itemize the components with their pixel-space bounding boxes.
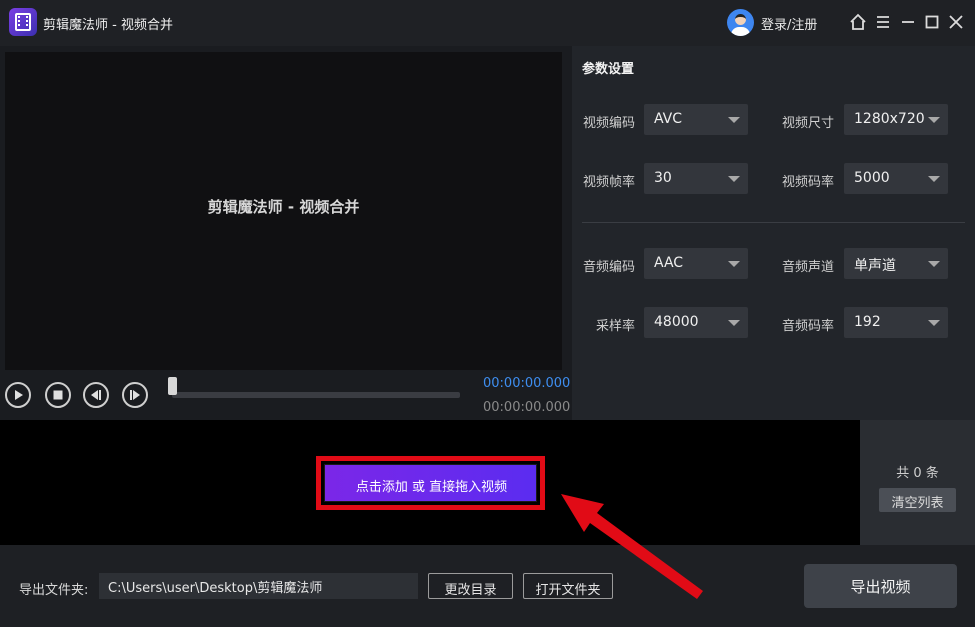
- play-button[interactable]: [5, 382, 31, 408]
- app-title: 剪辑魔法师 - 视频合并: [43, 18, 173, 33]
- chevron-down-icon: [728, 117, 740, 123]
- chevron-down-icon: [928, 117, 940, 123]
- progress-track[interactable]: [172, 392, 460, 398]
- video-codec-label: 视频编码: [582, 116, 635, 131]
- output-path-field[interactable]: [99, 573, 418, 599]
- list-side-panel: 共 0 条 清空列表: [860, 420, 975, 545]
- progress-thumb[interactable]: [168, 377, 177, 395]
- video-preview: 剪辑魔法师 - 视频合并: [5, 52, 562, 370]
- frame-rate-label: 视频帧率: [582, 175, 635, 190]
- change-directory-label: 更改目录: [444, 583, 497, 598]
- title-bar: 剪辑魔法师 - 视频合并 登录/注册: [0, 0, 975, 46]
- chevron-down-icon: [928, 261, 940, 267]
- chevron-down-icon: [728, 320, 740, 326]
- settings-divider: [582, 222, 965, 223]
- add-video-label: 点击添加 或 直接拖入视频: [355, 480, 508, 495]
- frame-rate-value: 30: [654, 170, 672, 186]
- video-size-select[interactable]: 1280x720: [844, 104, 948, 135]
- open-folder-label: 打开文件夹: [535, 583, 601, 598]
- preview-placeholder-text: 剪辑魔法师 - 视频合并: [207, 198, 360, 216]
- audio-channel-select[interactable]: 单声道: [844, 248, 948, 279]
- chevron-down-icon: [728, 261, 740, 267]
- sample-rate-value: 48000: [654, 314, 699, 330]
- stop-button[interactable]: [45, 382, 71, 408]
- menu-icon[interactable]: [874, 12, 892, 32]
- audio-channel-value: 单声道: [854, 258, 896, 274]
- audio-channel-label: 音频声道: [781, 260, 834, 275]
- frame-rate-select[interactable]: 30: [644, 163, 748, 194]
- audio-codec-label: 音频编码: [582, 260, 635, 275]
- video-bitrate-value: 5000: [854, 170, 890, 186]
- clear-list-label: 清空列表: [891, 496, 944, 511]
- open-folder-button[interactable]: 打开文件夹: [523, 573, 613, 599]
- video-drop-zone[interactable]: 点击添加 或 直接拖入视频: [0, 420, 860, 545]
- sample-rate-select[interactable]: 48000: [644, 307, 748, 338]
- home-icon[interactable]: [849, 12, 867, 32]
- settings-panel: 参数设置 视频编码 AVC 视频尺寸 1280x720 视频帧率 30 视频码率…: [572, 46, 975, 420]
- audio-bitrate-select[interactable]: 192: [844, 307, 948, 338]
- prev-frame-button[interactable]: [83, 382, 109, 408]
- clear-list-button[interactable]: 清空列表: [879, 488, 956, 512]
- playback-controls: 00:00:00.000 00:00:00.000: [0, 370, 571, 420]
- current-time: 00:00:00.000: [483, 376, 571, 391]
- audio-bitrate-label: 音频码率: [781, 319, 834, 334]
- audio-codec-value: AAC: [654, 255, 684, 271]
- add-video-button[interactable]: 点击添加 或 直接拖入视频: [324, 464, 537, 502]
- video-codec-select[interactable]: AVC: [644, 104, 748, 135]
- next-frame-icon: [130, 390, 140, 400]
- audio-codec-select[interactable]: AAC: [644, 248, 748, 279]
- video-bitrate-label: 视频码率: [781, 175, 834, 190]
- user-avatar-icon[interactable]: [727, 9, 754, 36]
- bottom-bar: 导出文件夹: 更改目录 打开文件夹 导出视频: [0, 545, 975, 627]
- minimize-icon[interactable]: [899, 12, 917, 32]
- prev-frame-icon: [91, 390, 101, 400]
- chevron-down-icon: [728, 176, 740, 182]
- chevron-down-icon: [928, 320, 940, 326]
- total-time: 00:00:00.000: [483, 400, 571, 415]
- settings-title: 参数设置: [582, 62, 635, 77]
- change-directory-button[interactable]: 更改目录: [428, 573, 513, 599]
- chevron-down-icon: [928, 176, 940, 182]
- video-codec-value: AVC: [654, 111, 683, 127]
- play-icon: [15, 390, 23, 400]
- maximize-icon[interactable]: [923, 12, 941, 32]
- audio-bitrate-value: 192: [854, 314, 881, 330]
- video-size-value: 1280x720: [854, 111, 925, 127]
- output-folder-label: 导出文件夹:: [19, 583, 89, 598]
- film-logo-icon: [9, 8, 37, 36]
- close-icon[interactable]: [947, 12, 965, 32]
- sample-rate-label: 采样率: [595, 319, 635, 334]
- next-frame-button[interactable]: [122, 382, 148, 408]
- video-count: 共 0 条: [896, 466, 939, 481]
- export-video-label: 导出视频: [850, 578, 911, 596]
- login-register-link[interactable]: 登录/注册: [761, 14, 817, 33]
- stop-icon: [53, 390, 63, 400]
- video-bitrate-select[interactable]: 5000: [844, 163, 948, 194]
- export-video-button[interactable]: 导出视频: [804, 564, 957, 608]
- video-size-label: 视频尺寸: [781, 116, 834, 131]
